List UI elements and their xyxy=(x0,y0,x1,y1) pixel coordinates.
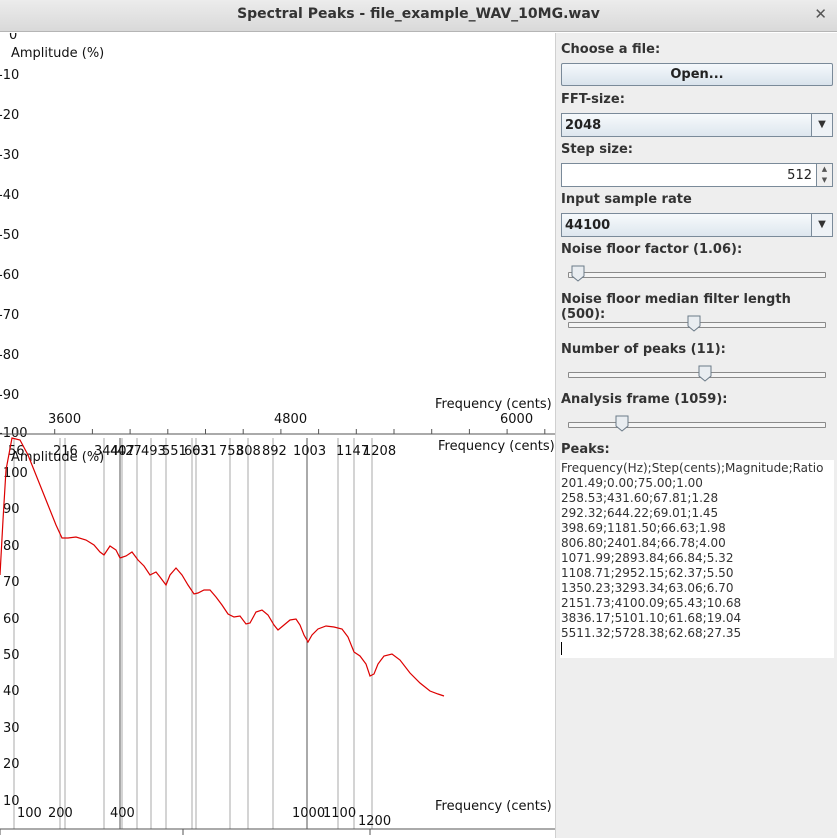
spinner-down-icon[interactable]: ▼ xyxy=(816,175,832,186)
fft-size-label: FFT-size: xyxy=(561,92,625,107)
top-y-tick-label: 0 xyxy=(9,33,17,43)
peaks-line: 1108.71;2952.15;62.37;5.50 xyxy=(561,566,734,580)
bottom-x-tick-label: 400 xyxy=(110,806,135,821)
slider-track xyxy=(568,272,826,278)
bottom-y-tick-label: 90 xyxy=(3,502,20,517)
bottom-y-tick-label: 30 xyxy=(3,721,20,736)
bottom-y-axis-ticks: 100908070605040302010 xyxy=(3,466,28,809)
peaks-line: 1350.23;3293.34;63.06;6.70 xyxy=(561,581,734,595)
step-size-label: Step size: xyxy=(561,142,634,157)
noise-factor-label: Noise floor factor (1.06): xyxy=(561,242,743,257)
top-y-tick-label: -50 xyxy=(0,228,19,243)
bottom-plot: 56 216 344407427 493551603631 753808 892 1003 1… xyxy=(0,437,555,835)
plot-area: 0 -10 -20 -30 -40 -50 -60 -70 -80 -90 -100 Amplitu… xyxy=(0,33,555,838)
top-x-axis-label-a: Frequency (cents) xyxy=(435,397,552,412)
bottom-y-tick-label: 60 xyxy=(3,612,20,627)
top-y-axis-label: Amplitude (%) xyxy=(11,46,104,61)
step-size-spinner[interactable]: 512 ▲ ▼ xyxy=(561,163,833,187)
spectrum-line xyxy=(0,437,445,697)
bottom-y-axis-label: Amplitude (%) xyxy=(11,450,104,465)
chevron-down-icon[interactable]: ▼ xyxy=(811,114,832,136)
top-x-axis-ticks: 3600 4800 6000 xyxy=(48,412,533,427)
analysis-frame-slider[interactable] xyxy=(568,415,826,433)
top-x-axis-minor-ticks xyxy=(16,429,546,434)
median-filter-slider[interactable] xyxy=(568,315,826,333)
slider-thumb[interactable] xyxy=(687,315,701,332)
peaks-line: 292.32;644.22;69.01;1.45 xyxy=(561,506,719,520)
num-peaks-label: Number of peaks (11): xyxy=(561,342,726,357)
top-y-axis-ticks: 0-10-20-30-40-50-60-70-80-90-100 xyxy=(0,33,28,441)
bottom-x-tick-label: 1200 xyxy=(358,814,391,829)
open-button[interactable]: Open... xyxy=(561,63,833,86)
peaks-line: Frequency(Hz);Step(cents);Magnitude;Rati… xyxy=(561,461,824,475)
peaks-line: 201.49;0.00;75.00;1.00 xyxy=(561,476,703,490)
noise-factor-slider[interactable] xyxy=(568,265,826,283)
peak-marker-label: 1003 xyxy=(293,444,326,459)
peaks-line: 5511.32;5728.38;62.68;27.35 xyxy=(561,626,742,640)
top-y-tick-label: -70 xyxy=(0,308,19,323)
window-title: Spectral Peaks - file_example_WAV_10MG.w… xyxy=(237,6,600,22)
slider-thumb[interactable] xyxy=(615,415,629,432)
peaks-line: 258.53;431.60;67.81;1.28 xyxy=(561,491,719,505)
bottom-x-tick-label: 1100 xyxy=(323,806,356,821)
top-y-tick-label: -90 xyxy=(0,388,19,403)
text-caret xyxy=(561,641,833,656)
top-y-tick-label: -80 xyxy=(0,348,19,363)
analysis-frame-label: Analysis frame (1059): xyxy=(561,392,728,407)
slider-thumb[interactable] xyxy=(698,365,712,382)
bottom-y-tick-label: 50 xyxy=(3,648,20,663)
bottom-x-axis-label: Frequency (cents) xyxy=(435,799,552,814)
step-size-value: 512 xyxy=(787,168,812,183)
plots-svg: 0-10-20-30-40-50-60-70-80-90-100 Amplitu… xyxy=(0,33,555,835)
peak-marker-lines xyxy=(13,438,373,829)
top-x-tick-label: 6000 xyxy=(500,412,533,427)
peaks-line: 2151.73;4100.09;65.43;10.68 xyxy=(561,596,742,610)
sample-rate-label: Input sample rate xyxy=(561,192,692,207)
bottom-y-tick-label: 70 xyxy=(3,575,20,590)
peak-marker-label: 892 xyxy=(262,444,287,459)
bottom-x-tick-label: 200 xyxy=(48,806,73,821)
slider-thumb[interactable] xyxy=(571,265,585,282)
bottom-x-tick-label: 1000 xyxy=(292,806,325,821)
peaks-line: 3836.17;5101.10;61.68;19.04 xyxy=(561,611,742,625)
bottom-y-tick-label: 40 xyxy=(3,684,20,699)
control-panel: Choose a file: Open... FFT-size: 2048 ▼ … xyxy=(555,33,837,838)
peaks-line: 806.80;2401.84;66.78;4.00 xyxy=(561,536,726,550)
peaks-line: 398.69;1181.50;66.63;1.98 xyxy=(561,521,726,535)
spinner-up-icon[interactable]: ▲ xyxy=(816,164,832,175)
top-y-tick-label: -30 xyxy=(0,148,19,163)
sample-rate-select[interactable]: 44100 ▼ xyxy=(561,213,833,237)
top-plot: 0-10-20-30-40-50-60-70-80-90-100 Amplitu… xyxy=(0,33,555,454)
num-peaks-slider[interactable] xyxy=(568,365,826,383)
top-x-tick-label: 4800 xyxy=(274,412,307,427)
top-y-tick-label: -10 xyxy=(0,68,19,83)
top-x-axis-label-b: Frequency (cents) xyxy=(438,439,555,454)
fft-size-value: 2048 xyxy=(565,118,602,133)
sample-rate-value: 44100 xyxy=(565,218,611,233)
peak-marker-label: 427 xyxy=(117,444,142,459)
top-x-tick-label: 3600 xyxy=(48,412,81,427)
choose-file-label: Choose a file: xyxy=(561,42,661,57)
top-y-tick-label: -60 xyxy=(0,268,19,283)
chevron-down-icon[interactable]: ▼ xyxy=(811,214,832,236)
fft-size-select[interactable]: 2048 ▼ xyxy=(561,113,833,137)
title-bar: Spectral Peaks - file_example_WAV_10MG.w… xyxy=(0,0,837,32)
peaks-label: Peaks: xyxy=(561,442,610,457)
peak-marker-label: 1208 xyxy=(363,444,396,459)
slider-track xyxy=(568,422,826,428)
top-y-tick-label: -40 xyxy=(0,188,19,203)
top-y-tick-label: -20 xyxy=(0,108,19,123)
bottom-y-tick-label: 80 xyxy=(3,539,20,554)
peaks-textarea[interactable]: Frequency(Hz);Step(cents);Magnitude;Rati… xyxy=(560,460,834,658)
peak-marker-label: 631 xyxy=(192,444,217,459)
bottom-y-tick-label: 20 xyxy=(3,757,20,772)
peak-marker-label: 808 xyxy=(236,444,261,459)
bottom-x-tick-label: 100 xyxy=(17,806,42,821)
peaks-line: 1071.99;2893.84;66.84;5.32 xyxy=(561,551,734,565)
close-icon[interactable]: ✕ xyxy=(814,5,827,23)
